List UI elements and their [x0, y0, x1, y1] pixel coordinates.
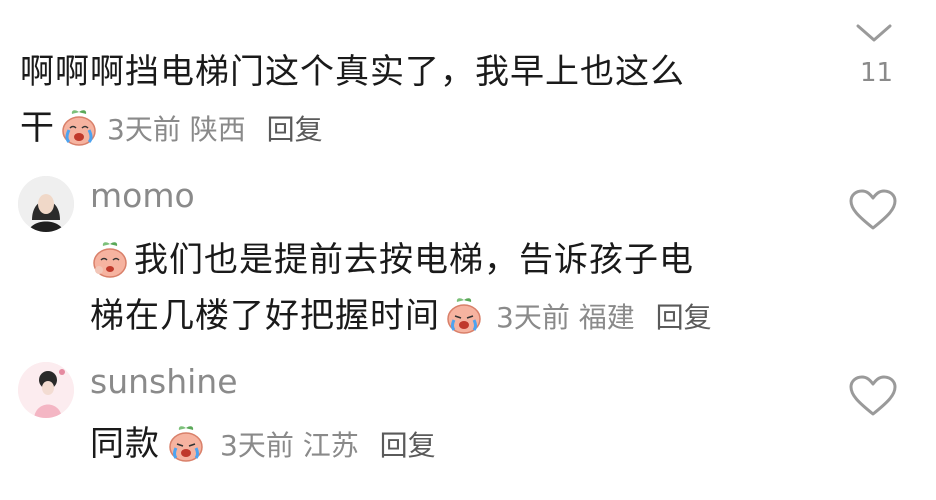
- comment-time: 3天前: [496, 301, 570, 334]
- comment-item: 啊啊啊挡电梯门这个真实了，我早上也这么 干 3天前 陕西 回复: [20, 44, 685, 156]
- reply-button[interactable]: 回复: [656, 301, 712, 334]
- heart-outline-icon[interactable]: [848, 374, 898, 418]
- reply-button[interactable]: 回复: [380, 429, 436, 462]
- comment-text: 啊啊啊挡电梯门这个真实了，我早上也这么: [20, 52, 685, 92]
- reply-button[interactable]: 回复: [267, 113, 323, 146]
- comment-time: 3天前: [107, 113, 181, 146]
- comment-meta: 3天前 福建 回复: [496, 296, 712, 336]
- avatar[interactable]: [18, 362, 74, 418]
- comment-location: 江苏: [302, 429, 359, 462]
- comment-meta: 3天前 陕西 回复: [107, 108, 323, 148]
- heart-outline-icon[interactable]: [848, 188, 898, 232]
- like-count: 11: [860, 58, 894, 88]
- comment-text: 我们也是提前去按电梯，告诉孩子电: [134, 240, 694, 280]
- username[interactable]: sunshine: [90, 362, 238, 401]
- crying-peach-emoji-icon: [93, 242, 127, 278]
- comment-text: 同款: [90, 424, 160, 464]
- avatar[interactable]: [18, 176, 74, 232]
- comment-item: 我们也是提前去按电梯，告诉孩子电 梯在几楼了好把握时间 3天前 福建 回复: [90, 232, 712, 344]
- comment-location: 福建: [578, 301, 635, 334]
- comment-location: 陕西: [189, 113, 246, 146]
- comment-time: 3天前: [220, 429, 294, 462]
- comment-meta: 3天前 江苏 回复: [220, 424, 436, 464]
- crying-peach-emoji-icon: [447, 298, 481, 334]
- comment-text: 梯在几楼了好把握时间: [90, 296, 440, 336]
- username[interactable]: momo: [90, 176, 195, 215]
- crying-peach-emoji-icon: [62, 110, 96, 146]
- chevron-down-icon[interactable]: [854, 20, 894, 46]
- comment-item: 同款 3天前 江苏 回复: [90, 416, 436, 472]
- comment-text: 干: [20, 108, 55, 148]
- crying-peach-emoji-icon: [169, 426, 203, 462]
